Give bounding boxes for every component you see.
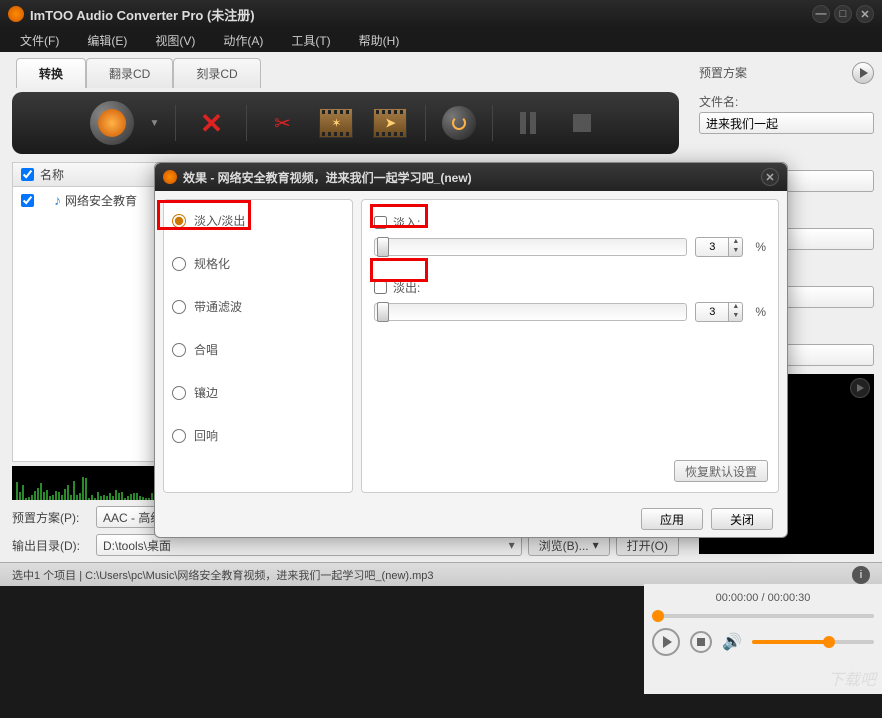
column-name: 名称	[40, 166, 64, 183]
effects-list: 淡入/淡出 规格化 带通滤波 合唱 镶边 回响	[163, 199, 353, 493]
preset-label: 预置方案(P):	[12, 509, 90, 526]
menu-view[interactable]: 视图(V)	[155, 32, 195, 49]
close-button[interactable]: ✕	[856, 5, 874, 23]
fade-out-label: 淡出:	[393, 279, 420, 296]
effects-button[interactable]: ✶	[317, 104, 355, 142]
fade-out-slider[interactable]	[374, 303, 687, 321]
option-echo[interactable]: 回响	[172, 427, 344, 444]
dialog-title-text: 效果 - 网络安全教育视频，进来我们一起学习吧_(new)	[183, 169, 472, 186]
percent-label: %	[755, 240, 766, 254]
dialog-close-button[interactable]: ✕	[761, 168, 779, 186]
fade-out-row: 淡出:	[374, 279, 766, 296]
preset-header: 预置方案	[699, 60, 747, 85]
status-text: 选中1 个项目 | C:\Users\pc\Music\网络安全教育视频，进来我…	[12, 567, 434, 583]
fade-in-row: 淡入:	[374, 214, 766, 231]
option-flanger[interactable]: 镶边	[172, 384, 344, 401]
percent-label-2: %	[755, 305, 766, 319]
select-all-checkbox[interactable]	[21, 168, 34, 181]
menu-edit[interactable]: 编辑(E)	[87, 32, 127, 49]
effects-dialog: 效果 - 网络安全教育视频，进来我们一起学习吧_(new) ✕ 淡入/淡出 规格…	[154, 162, 788, 538]
apply-button[interactable]: 应用	[641, 508, 703, 530]
tab-convert[interactable]: 转换	[16, 58, 86, 88]
minimize-button[interactable]: —	[812, 5, 830, 23]
tab-rip[interactable]: 翻录CD	[86, 58, 173, 88]
volume-icon: 🔊	[722, 632, 742, 652]
tab-burn[interactable]: 刻录CD	[173, 58, 260, 88]
file-name: 网络安全教育	[65, 192, 137, 209]
music-icon: ♪	[54, 192, 61, 208]
window-title: ImTOO Audio Converter Pro (未注册)	[30, 5, 255, 24]
option-chorus[interactable]: 合唱	[172, 341, 344, 358]
merge-button[interactable]: ➤	[371, 104, 409, 142]
fade-out-checkbox[interactable]	[374, 281, 387, 294]
maximize-button[interactable]: □	[834, 5, 852, 23]
fade-in-slider[interactable]	[374, 238, 687, 256]
titlebar: ImTOO Audio Converter Pro (未注册) — □ ✕	[0, 0, 882, 28]
menu-action[interactable]: 动作(A)	[223, 32, 263, 49]
output-label: 输出目录(D):	[12, 537, 90, 554]
fade-in-checkbox[interactable]	[374, 216, 387, 229]
option-normalize[interactable]: 规格化	[172, 255, 344, 272]
player: 00:00:00 / 00:00:30 🔊	[644, 584, 882, 694]
dialog-icon	[163, 170, 177, 184]
preset-play-button[interactable]	[852, 62, 874, 84]
menu-file[interactable]: 文件(F)	[20, 32, 59, 49]
menu-help[interactable]: 帮助(H)	[359, 32, 400, 49]
tabs: 转换 翻录CD 刻录CD	[0, 52, 691, 88]
row-checkbox[interactable]	[21, 194, 34, 207]
option-fade[interactable]: 淡入/淡出	[172, 212, 344, 229]
seek-bar[interactable]	[652, 614, 874, 618]
play-button[interactable]	[652, 628, 680, 656]
fade-in-label: 淡入:	[393, 214, 420, 231]
toolbar: ▼ ✕ ✂ ✶ ➤	[12, 92, 679, 154]
pause-button[interactable]	[509, 104, 547, 142]
menubar: 文件(F) 编辑(E) 视图(V) 动作(A) 工具(T) 帮助(H)	[0, 28, 882, 52]
close-dialog-button[interactable]: 关闭	[711, 508, 773, 530]
preview-play-button[interactable]	[850, 378, 870, 398]
dialog-titlebar: 效果 - 网络安全教育视频，进来我们一起学习吧_(new) ✕	[155, 163, 787, 191]
add-button[interactable]	[90, 101, 134, 145]
time-display: 00:00:00 / 00:00:30	[652, 592, 874, 604]
fade-out-spinner[interactable]: ▲▼	[695, 302, 743, 322]
statusbar: 选中1 个项目 | C:\Users\pc\Music\网络安全教育视频，进来我…	[0, 562, 882, 586]
filename-input[interactable]	[699, 112, 874, 134]
convert-button[interactable]	[442, 106, 476, 140]
option-bandpass[interactable]: 带通滤波	[172, 298, 344, 315]
volume-slider[interactable]	[752, 640, 874, 644]
stop-playback-button[interactable]	[690, 631, 712, 653]
menu-tool[interactable]: 工具(T)	[291, 32, 330, 49]
cut-button[interactable]: ✂	[263, 104, 301, 142]
filename-label: 文件名:	[699, 93, 874, 110]
effect-settings: 淡入: ▲▼ % 淡出: ▲▼ %	[361, 199, 779, 493]
info-button[interactable]: i	[852, 566, 870, 584]
app-icon	[8, 6, 24, 22]
stop-button[interactable]	[563, 104, 601, 142]
fade-in-spinner[interactable]: ▲▼	[695, 237, 743, 257]
reset-defaults-button[interactable]: 恢复默认设置	[674, 460, 768, 482]
delete-button[interactable]: ✕	[192, 104, 230, 142]
